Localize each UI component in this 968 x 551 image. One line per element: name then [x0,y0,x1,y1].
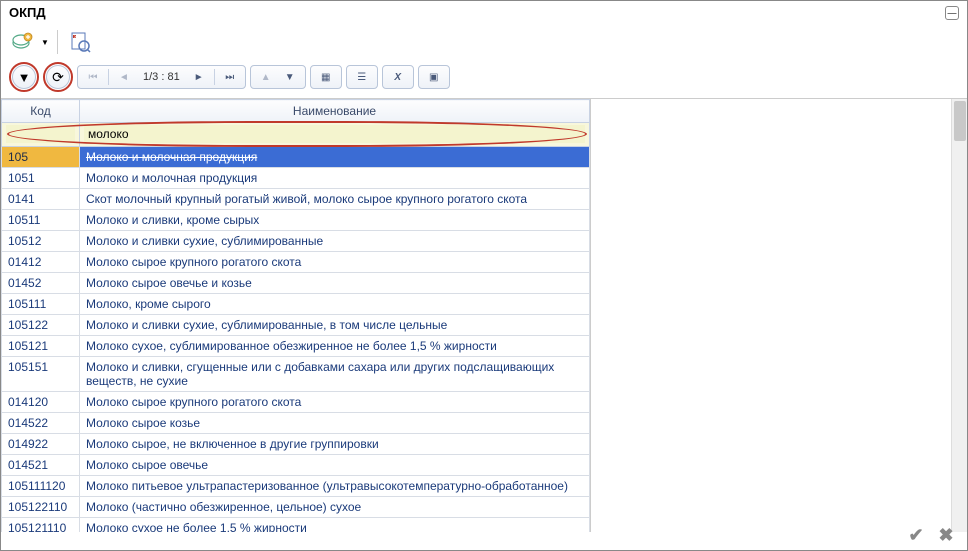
cell-code: 105111 [2,294,80,315]
main-toolbar: ▼ X [1,24,967,60]
cell-name: Молоко, кроме сырого [80,294,590,315]
cell-code: 10511 [2,210,80,231]
table-row[interactable]: 105Молоко и молочная продукция [2,147,590,168]
cell-code: 105111120 [2,476,80,497]
last-page-button[interactable]: ⏭ [219,67,241,87]
cell-name: Молоко сырое крупного рогатого скота [80,392,590,413]
cell-code: 014521 [2,455,80,476]
cell-code: 0141 [2,189,80,210]
dropdown-arrow-icon[interactable]: ▼ [41,38,49,47]
filter-code-input[interactable] [6,125,75,143]
scroll-thumb[interactable] [954,101,966,141]
cell-name: Молоко сырое, не включенное в другие гру… [80,434,590,455]
cell-code: 105121 [2,336,80,357]
window-title: ОКПД [9,5,46,20]
results-table-container: Код Наименование 105Молоко и молочная пр… [1,99,591,532]
cancel-button[interactable]: ✖ [935,524,957,546]
cell-code: 01412 [2,252,80,273]
grid-view-button[interactable]: ▦ [315,67,337,87]
cell-name: Молоко сырое овечье и козье [80,273,590,294]
cell-name: Молоко и сливки сухие, сублимированные [80,231,590,252]
prev-page-button[interactable]: ◄ [113,67,135,87]
svg-text:X: X [74,34,77,39]
refresh-icon: ⟳ [52,69,64,86]
table-row[interactable]: 105121110Молоко сухое не более 1,5 % жир… [2,518,590,533]
cell-code: 01452 [2,273,80,294]
sort-asc-button[interactable]: ▲ [255,67,277,87]
cell-code: 10512 [2,231,80,252]
cell-code: 105122 [2,315,80,336]
confirm-button[interactable]: ✔ [905,524,927,546]
cell-name: Молоко сырое крупного рогатого скота [80,252,590,273]
table-row[interactable]: 014521Молоко сырое овечье [2,455,590,476]
scrollbar[interactable] [951,99,967,532]
new-document-button[interactable] [9,28,37,56]
export-icon: X [68,30,92,54]
column-header-code[interactable]: Код [2,100,80,123]
cell-name: Скот молочный крупный рогатый живой, мол… [80,189,590,210]
next-page-button[interactable]: ► [188,67,210,87]
cell-name: Молоко питьевое ультрапастеризованное (у… [80,476,590,497]
table-row[interactable]: 105111120Молоко питьевое ультрапастеризо… [2,476,590,497]
table-row[interactable]: 0141Скот молочный крупный рогатый живой,… [2,189,590,210]
document-plus-icon [11,30,35,54]
cell-code: 105 [2,147,80,168]
cell-code: 1051 [2,168,80,189]
cell-name: Молоко сухое, сублимированное обезжиренн… [80,336,590,357]
detail-pane [591,99,967,532]
table-row[interactable]: 014922Молоко сырое, не включенное в друг… [2,434,590,455]
cell-name: Молоко и сливки, сгущенные или с добавка… [80,357,590,392]
select-button[interactable]: ▣ [423,67,445,87]
cell-name: Молоко и сливки, кроме сырых [80,210,590,231]
table-row[interactable]: 105122110Молоко (частично обезжиренное, … [2,497,590,518]
table-row[interactable]: 105111Молоко, кроме сырого [2,294,590,315]
page-indicator: 1/3 : 81 [137,71,186,83]
list-view-button[interactable]: ☰ [351,67,373,87]
table-row[interactable]: 10511Молоко и сливки, кроме сырых [2,210,590,231]
export-button[interactable]: X [66,28,94,56]
cell-name: Молоко и сливки сухие, сублимированные, … [80,315,590,336]
results-table: Код Наименование 105Молоко и молочная пр… [1,99,590,532]
sort-desc-button[interactable]: ▼ [279,67,301,87]
filter-name-input[interactable] [84,125,585,143]
filter-icon: ▼ [18,70,31,85]
table-row[interactable]: 1051Молоко и молочная продукция [2,168,590,189]
table-row[interactable]: 105122Молоко и сливки сухие, сублимирова… [2,315,590,336]
cell-code: 105122110 [2,497,80,518]
cell-name: Молоко и молочная продукция [80,147,590,168]
separator [57,30,58,54]
cell-name: Молоко сухое не более 1,5 % жирности [80,518,590,533]
column-header-name[interactable]: Наименование [80,100,590,123]
nav-toolbar: ▼ ⟳ ⏮ ◄ 1/3 : 81 ► ⏭ ▲ ▼ ▦ ☰ X ▣ [1,60,967,98]
cell-code: 014120 [2,392,80,413]
cell-name: Молоко сырое овечье [80,455,590,476]
cell-code: 105151 [2,357,80,392]
filter-button[interactable]: ▼ [12,65,36,89]
cell-code: 014922 [2,434,80,455]
footer: ✔ ✖ [895,520,967,550]
minimize-button[interactable]: — [945,6,959,20]
cell-name: Молоко и молочная продукция [80,168,590,189]
table-row[interactable]: 105121Молоко сухое, сублимированное обез… [2,336,590,357]
table-row[interactable]: 10512Молоко и сливки сухие, сублимирован… [2,231,590,252]
cell-name: Молоко (частично обезжиренное, цельное) … [80,497,590,518]
table-row[interactable]: 105151Молоко и сливки, сгущенные или с д… [2,357,590,392]
clear-button[interactable]: X [387,67,409,87]
table-row[interactable]: 014522Молоко сырое козье [2,413,590,434]
table-row[interactable]: 01412Молоко сырое крупного рогатого скот… [2,252,590,273]
cell-name: Молоко сырое козье [80,413,590,434]
first-page-button[interactable]: ⏮ [82,67,104,87]
table-row[interactable]: 01452Молоко сырое овечье и козье [2,273,590,294]
table-row[interactable]: 014120Молоко сырое крупного рогатого ско… [2,392,590,413]
cell-code: 105121110 [2,518,80,533]
refresh-button[interactable]: ⟳ [46,65,70,89]
cell-code: 014522 [2,413,80,434]
